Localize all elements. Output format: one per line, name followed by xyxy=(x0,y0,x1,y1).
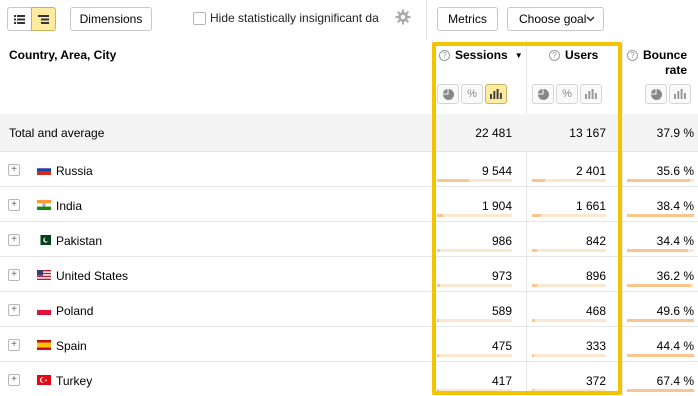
country-name[interactable]: Pakistan xyxy=(56,234,102,248)
bounce-bar-fill xyxy=(627,214,694,217)
country-name[interactable]: Spain xyxy=(56,339,87,353)
metrics-button[interactable]: Metrics xyxy=(437,7,498,31)
gear-icon[interactable] xyxy=(395,9,411,25)
expand-row-button[interactable]: + xyxy=(8,164,20,176)
choose-goal-label: Choose goal xyxy=(519,12,587,26)
help-icon[interactable]: ? xyxy=(627,50,638,61)
country-name[interactable]: United States xyxy=(56,269,128,283)
bounce-rate-value: 35.6 % xyxy=(656,164,694,178)
tree-view-button[interactable] xyxy=(31,7,56,31)
bounce-bar xyxy=(627,179,694,182)
expand-row-button[interactable]: + xyxy=(8,199,20,211)
tree-icon xyxy=(38,14,49,24)
expand-row-button[interactable]: + xyxy=(8,374,20,386)
bounce-rate-value: 34.4 % xyxy=(656,234,694,248)
bounce-bar xyxy=(627,354,694,357)
pie-chart-icon xyxy=(650,88,662,100)
pie-chart-toggle[interactable] xyxy=(645,84,667,104)
bounce-bar xyxy=(627,284,694,287)
total-bounce-rate: 37.9 % xyxy=(656,126,694,140)
dimensions-button[interactable]: Dimensions xyxy=(70,7,152,31)
bounce-view-toggles xyxy=(645,84,691,104)
bounce-rate-value: 38.4 % xyxy=(656,199,694,213)
expand-row-button[interactable]: + xyxy=(8,339,20,351)
expand-row-button[interactable]: + xyxy=(8,234,20,246)
country-name[interactable]: Turkey xyxy=(56,374,92,388)
bounce-header-line2: rate xyxy=(665,63,688,77)
ru-flag-icon xyxy=(37,165,51,175)
bounce-bar-fill xyxy=(627,389,694,392)
bounce-bar-fill xyxy=(627,249,688,252)
bounce-rate-value: 44.4 % xyxy=(656,339,694,353)
bounce-bar-fill xyxy=(627,319,694,322)
hide-insignificant-checkbox[interactable] xyxy=(193,12,206,25)
bounce-rate-column-header[interactable]: ? Bounce rate xyxy=(627,48,687,78)
bar-chart-toggle[interactable] xyxy=(669,84,691,104)
bounce-rate-value: 49.6 % xyxy=(656,304,694,318)
in-flag-icon xyxy=(37,200,51,210)
expand-row-button[interactable]: + xyxy=(8,304,20,316)
country-name[interactable]: Poland xyxy=(56,304,93,318)
bounce-bar-fill xyxy=(627,284,691,287)
pk-flag-icon xyxy=(37,235,51,245)
bounce-rate-value: 67.4 % xyxy=(656,374,694,388)
chevron-down-icon xyxy=(586,16,595,22)
bounce-header-line1: Bounce xyxy=(643,48,688,62)
us-flag-icon xyxy=(37,270,51,280)
country-name[interactable]: India xyxy=(56,199,82,213)
bounce-bar-fill xyxy=(627,179,690,182)
dimension-column-header[interactable]: Country, Area, City xyxy=(9,48,116,62)
es-flag-icon xyxy=(37,340,51,350)
bar-chart-icon xyxy=(674,89,686,99)
bounce-bar xyxy=(627,389,694,392)
bounce-rate-value: 36.2 % xyxy=(656,269,694,283)
bounce-bar xyxy=(627,319,694,322)
pl-flag-icon xyxy=(37,305,51,315)
bounce-bar xyxy=(627,214,694,217)
total-label: Total and average xyxy=(9,126,105,140)
bounce-bar-fill xyxy=(627,354,694,357)
tr-flag-icon xyxy=(37,375,51,385)
expand-row-button[interactable]: + xyxy=(8,269,20,281)
bounce-bar xyxy=(627,249,694,252)
toolbar: Dimensions Hide statistically insignific… xyxy=(0,0,698,40)
country-name[interactable]: Russia xyxy=(56,164,93,178)
list-view-button[interactable] xyxy=(7,7,32,31)
hide-insignificant-label: Hide statistically insignificant da xyxy=(210,11,379,25)
highlighted-columns-frame xyxy=(432,42,622,395)
list-icon xyxy=(14,14,25,24)
toolbar-divider xyxy=(426,0,427,40)
choose-goal-dropdown[interactable]: Choose goal xyxy=(507,7,604,31)
